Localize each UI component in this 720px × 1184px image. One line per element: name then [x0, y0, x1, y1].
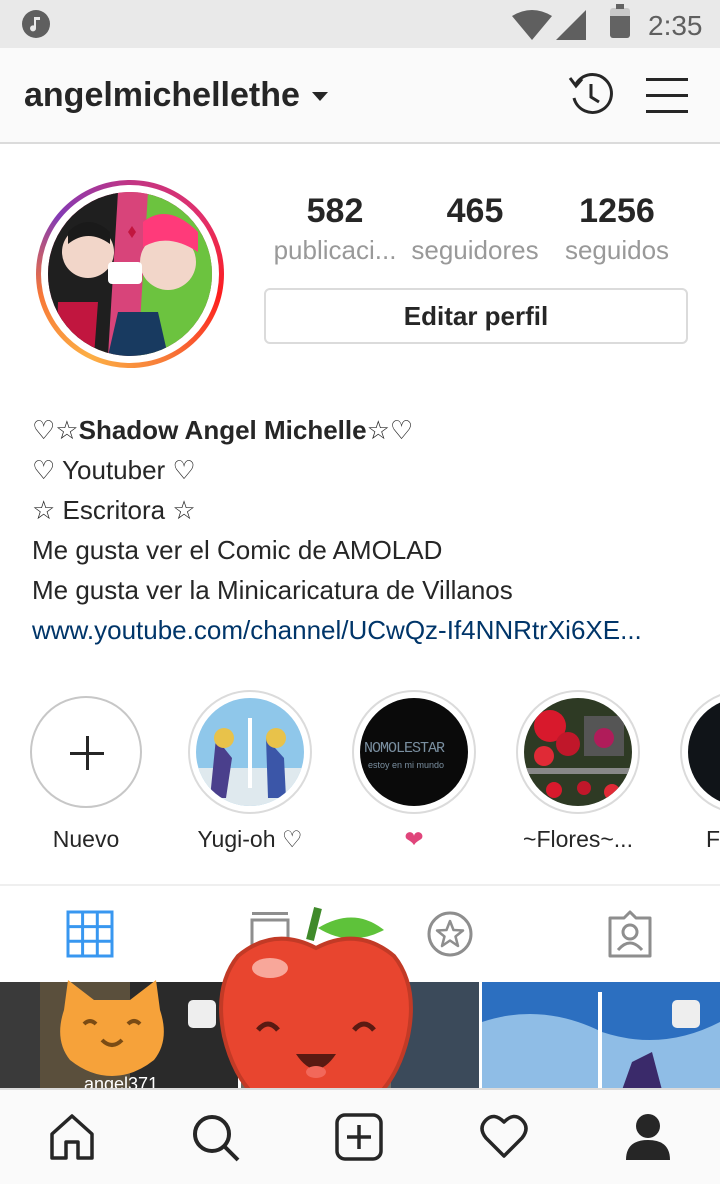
display-name: ♡☆Shadow Angel Michelle☆♡ [32, 415, 414, 445]
highlight-yugioh[interactable]: Yugi-oh ♡ [180, 690, 320, 853]
highlight-cover [196, 698, 304, 806]
highlight-new[interactable]: Nuevo [16, 690, 156, 853]
profile-avatar[interactable] [36, 180, 224, 368]
stat-posts[interactable]: 582 publicaci... [260, 190, 410, 268]
bio-line: Me gusta ver la Minicaricatura de Villan… [32, 575, 513, 605]
profile-icon[interactable] [624, 1112, 672, 1162]
highlight-label: F [706, 826, 720, 852]
account-switcher-username[interactable]: angelmichellethe [24, 76, 300, 115]
app-header: angelmichellethe [0, 48, 720, 144]
menu-icon[interactable] [646, 76, 690, 116]
bottom-navigation [0, 1088, 720, 1184]
stat-label: publicaci... [273, 235, 397, 265]
highlight-label: ~Flores~... [523, 826, 633, 852]
edit-profile-button[interactable]: Editar perfil [264, 288, 688, 344]
signal-icon [556, 10, 586, 40]
highlight-cover [688, 698, 720, 806]
heart-icon[interactable] [478, 1112, 530, 1160]
home-icon[interactable] [48, 1112, 96, 1162]
add-icon[interactable] [334, 1112, 384, 1162]
bio-line: ♡ Youtuber ♡ [32, 455, 196, 485]
avatar [48, 192, 212, 356]
stat-value: 465 [446, 192, 504, 230]
battery-icon [610, 4, 630, 38]
stat-label: seguidores [411, 235, 539, 265]
search-icon[interactable] [190, 1112, 242, 1164]
stat-following[interactable]: 1256 seguidos [542, 190, 692, 268]
highlight-cover-text: NOMOLESTAR [364, 740, 445, 757]
grid-icon[interactable] [66, 910, 114, 958]
bio-line: Me gusta ver el Comic de AMOLAD [32, 535, 443, 565]
tagged-photos-icon[interactable] [606, 910, 654, 958]
bio-link[interactable]: www.youtube.com/channel/UCwQz-If4NNRtrXi… [32, 610, 692, 650]
highlight-label: ❤ [404, 826, 424, 852]
stat-label: seguidos [564, 235, 670, 265]
music-icon [22, 10, 50, 38]
highlight-partial[interactable]: F [672, 690, 720, 870]
history-icon[interactable] [566, 70, 616, 120]
bio-line: ☆ Escritora ☆ [32, 495, 196, 525]
stat-value: 582 [306, 192, 364, 230]
grid-tile[interactable] [482, 982, 720, 1090]
stat-value: 1256 [579, 192, 655, 230]
highlight-cover-subtext: estoy en mi mundo [368, 760, 445, 770]
tagged-star-icon[interactable] [426, 910, 474, 958]
profile-bio: ♡☆Shadow Angel Michelle☆♡ ♡ Youtuber ♡ ☆… [32, 410, 692, 650]
stat-followers[interactable]: 465 seguidores [400, 190, 550, 268]
highlight-flores[interactable]: ~Flores~... [508, 690, 648, 853]
status-bar: 2:35 [0, 0, 720, 48]
cat-sticker-icon [60, 980, 164, 1076]
chevron-down-icon[interactable] [312, 92, 328, 101]
wifi-icon [512, 10, 552, 40]
highlight-no-molestar[interactable]: NOMOLESTAR estoy en mi mundo ❤ [344, 690, 484, 853]
clock: 2:35 [648, 10, 703, 41]
add-highlight-button[interactable] [30, 696, 142, 808]
highlight-label: Nuevo [52, 826, 120, 852]
highlight-label: Yugi-oh ♡ [197, 826, 303, 852]
highlight-cover [524, 698, 632, 806]
highlight-cover: NOMOLESTAR estoy en mi mundo [360, 698, 468, 806]
